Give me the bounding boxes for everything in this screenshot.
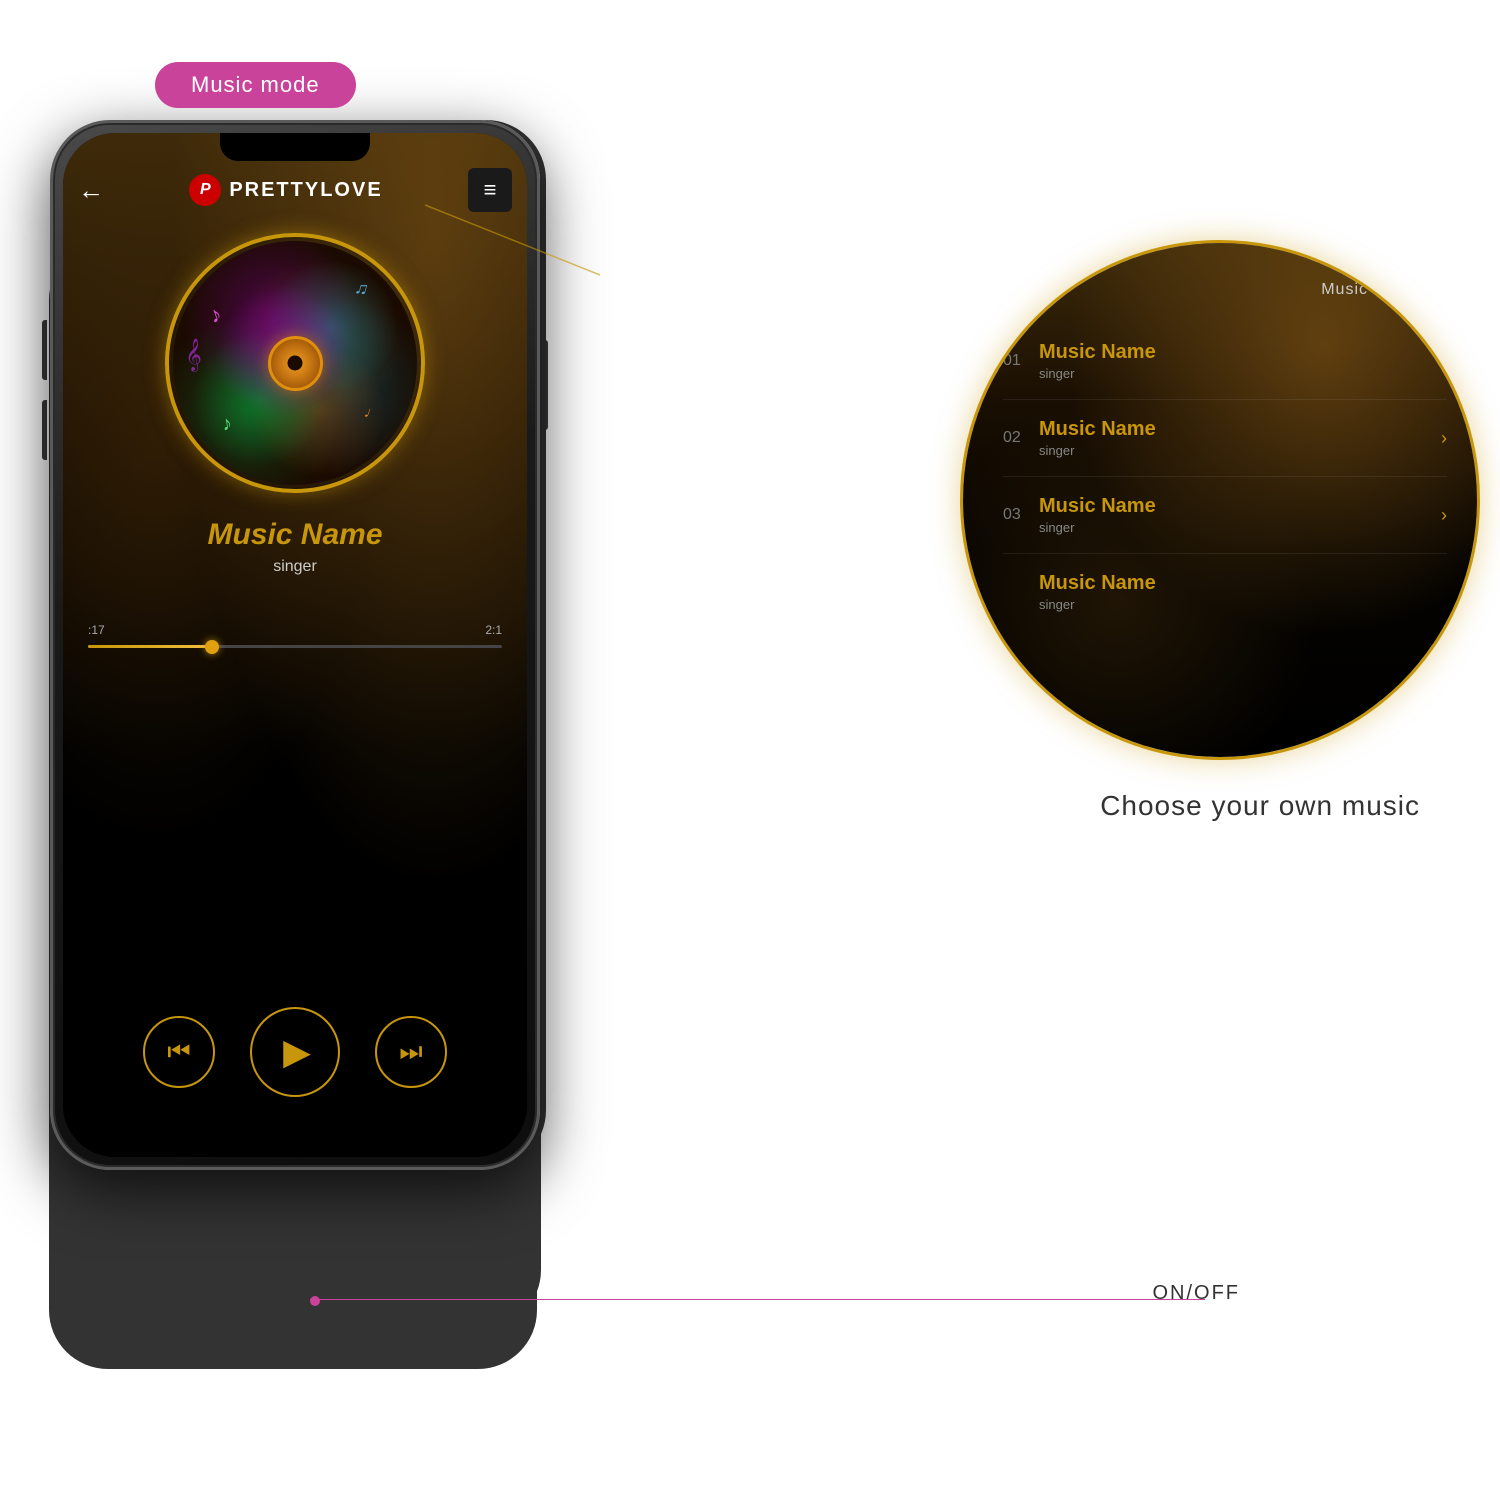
progress-fill [88,645,212,648]
menu-button[interactable]: ≡ [468,168,512,212]
play-button[interactable]: ▶ [250,1007,340,1097]
prev-button[interactable]: ⏮ [143,1016,215,1088]
phone-volume-up [42,320,47,380]
track-name: Music Name [63,518,527,552]
phone-notch [220,133,370,161]
item-arrow-2: › [1441,428,1447,449]
choose-music-caption: Choose your own music [1100,790,1420,822]
album-inner: ♪ ♫ ♪ ♩ 𝄞 [173,241,417,485]
phone-body: ← P PRETTYLOVE ≡ [50,120,540,1170]
next-icon: ⏭ [399,1036,422,1068]
time-total: 2:1 [485,623,502,637]
album-center-disc [268,336,323,391]
item-info-4: Music Name singer [1039,572,1447,612]
menu-icon: ≡ [484,177,497,203]
phone-mockup: ← P PRETTYLOVE ≡ [50,120,540,1170]
item-info-2: Music Name singer [1039,418,1441,458]
brand-logo: P PRETTYLOVE [189,174,382,206]
item-singer-2: singer [1039,443,1441,458]
item-number-3: 03 [1003,506,1039,524]
music-list-items: 01 Music Name singer › 02 Music Name sin… [1003,323,1447,630]
item-singer-1: singer [1039,366,1441,381]
on-off-label: ON/OFF [1152,1282,1240,1305]
item-singer-3: singer [1039,520,1441,535]
track-info: Music Name singer [63,518,527,576]
brand-name: PRETTYLOVE [229,179,382,202]
item-name-2: Music Name [1039,418,1441,441]
music-mode-badge: Music mode [155,62,356,108]
item-info-3: Music Name singer [1039,495,1441,535]
next-button[interactable]: ⏭ [375,1016,447,1088]
progress-times: :17 2:1 [88,623,502,637]
list-item[interactable]: 03 Music Name singer › [1003,477,1447,554]
progress-area: :17 2:1 [88,623,502,648]
item-number-2: 02 [1003,429,1039,447]
list-item[interactable]: 02 Music Name singer › [1003,400,1447,477]
on-off-line [310,1299,1205,1300]
phone-power-button [543,340,548,430]
item-number-1: 01 [1003,352,1039,370]
track-singer: singer [63,558,527,576]
phone-volume-down [42,400,47,460]
music-list-title: Music list [1321,281,1397,299]
music-note-5: 𝄞 [185,339,202,372]
list-item[interactable]: Music Name singer [1003,554,1447,630]
zoom-circle: Music list 01 Music Name singer › 02 Mus… [960,240,1480,760]
item-name-3: Music Name [1039,495,1441,518]
item-arrow-3: › [1441,505,1447,526]
item-arrow-1: › [1441,351,1447,372]
play-icon: ▶ [283,1031,311,1073]
phone-screen: ← P PRETTYLOVE ≡ [63,133,527,1157]
brand-icon: P [189,174,221,206]
item-name-1: Music Name [1039,341,1441,364]
time-current: :17 [88,623,105,637]
item-name-4: Music Name [1039,572,1447,595]
item-info-1: Music Name singer [1039,341,1441,381]
progress-thumb [205,640,219,654]
screen-header: ← P PRETTYLOVE ≡ [78,168,512,212]
item-singer-4: singer [1039,597,1447,612]
album-art: ♪ ♫ ♪ ♩ 𝄞 [165,233,425,493]
back-arrow-icon[interactable]: ← [78,175,104,206]
progress-track[interactable] [88,645,502,648]
on-off-dot [310,1296,320,1306]
prev-icon: ⏮ [167,1036,190,1068]
playback-controls: ⏮ ▶ ⏭ [63,1007,527,1097]
list-item[interactable]: 01 Music Name singer › [1003,323,1447,400]
